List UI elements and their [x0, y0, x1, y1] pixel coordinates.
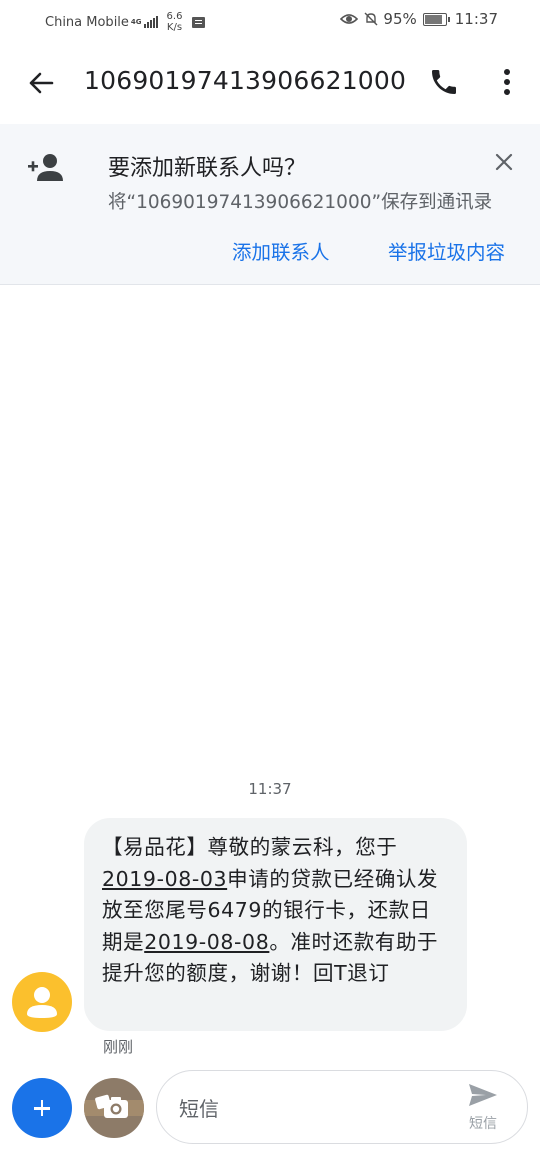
message-notification-icon	[192, 16, 206, 28]
battery-percent: 95%	[383, 10, 417, 28]
conversation-title: 10690197413906621000	[84, 66, 407, 95]
conversation-timestamp: 11:37	[248, 780, 292, 798]
send-icon	[469, 1084, 497, 1106]
app-bar: 10690197413906621000	[0, 40, 540, 124]
network-speed: 6.6 K/s	[167, 11, 183, 33]
person-icon	[27, 987, 57, 1018]
add-contact-button[interactable]: 添加联系人	[232, 236, 330, 265]
speed-unit: K/s	[166, 22, 183, 33]
add-person-icon	[28, 154, 63, 181]
message-part: 【易品花】尊敬的蒙云科，您于	[102, 835, 398, 859]
avatar[interactable]	[12, 972, 72, 1032]
eye-icon	[340, 14, 359, 24]
compose-bar: 短信 短信	[156, 1070, 528, 1144]
send-button[interactable]: 短信	[463, 1083, 503, 1133]
camera-icon	[84, 1094, 144, 1118]
date-link[interactable]: 2019-08-03	[102, 867, 227, 891]
report-spam-button[interactable]: 举报垃圾内容	[388, 236, 505, 265]
message-text: 【易品花】尊敬的蒙云科，您于2019-08-03申请的贷款已经确认发放至您尾号6…	[102, 832, 449, 990]
more-vert-icon[interactable]	[497, 66, 517, 98]
message-input[interactable]: 短信	[179, 1093, 219, 1122]
battery-icon	[422, 12, 450, 26]
banner-title: 要添加新联系人吗？	[108, 156, 307, 181]
gallery-camera-button[interactable]	[84, 1078, 144, 1138]
network-type: 4G	[130, 17, 142, 26]
back-arrow-icon[interactable]	[26, 68, 56, 98]
phone-icon[interactable]	[428, 66, 460, 98]
status-bar: China Mobile 4G 6.6 K/s 95% 11:37	[0, 0, 540, 40]
speed-value: 6.6	[166, 11, 183, 22]
close-icon[interactable]	[492, 150, 516, 174]
banner-subtitle: 将“10690197413906621000”保存到通讯录	[108, 192, 493, 213]
carrier-label: China Mobile	[45, 14, 129, 30]
add-attachment-button[interactable]	[12, 1078, 72, 1138]
send-label: 短信	[469, 1116, 497, 1132]
status-time: 11:37	[454, 10, 498, 28]
add-contact-banner: 要添加新联系人吗？ 将“10690197413906621000”保存到通讯录 …	[0, 124, 540, 285]
status-right: 95% 11:37	[340, 10, 498, 28]
status-left: China Mobile 4G 6.6 K/s	[45, 11, 206, 33]
signal-icon	[143, 16, 159, 28]
date-link[interactable]: 2019-08-08	[144, 930, 269, 954]
message-time-label: 刚刚	[103, 1038, 134, 1056]
message-bubble[interactable]: 【易品花】尊敬的蒙云科，您于2019-08-03申请的贷款已经确认发放至您尾号6…	[84, 818, 467, 1031]
bell-off-icon	[364, 12, 378, 26]
